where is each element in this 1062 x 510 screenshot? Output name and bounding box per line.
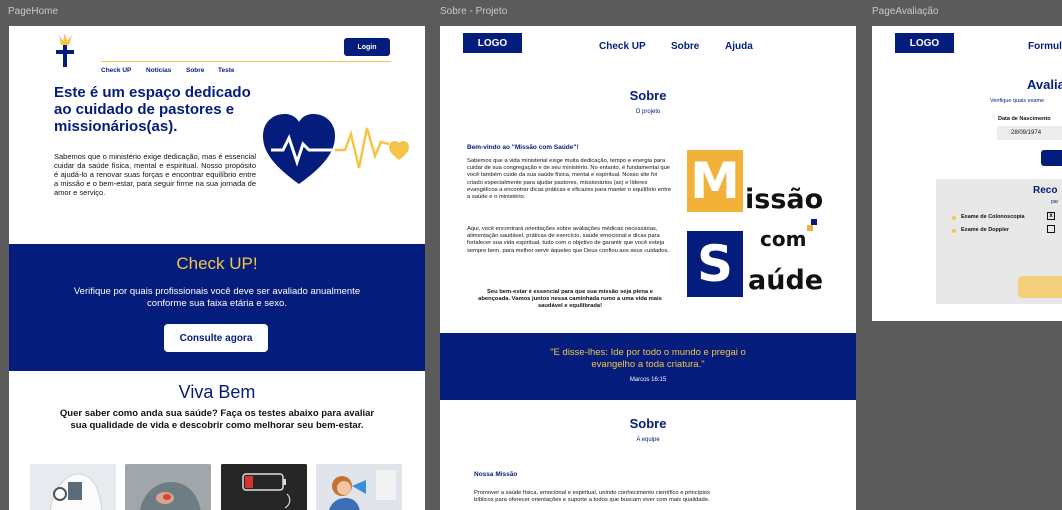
exam-bullet-icon (952, 229, 956, 233)
sobre-logo[interactable]: LOGO (463, 33, 522, 53)
sobre-title: Sobre (629, 88, 667, 103)
equipe-title: Sobre (629, 416, 667, 431)
doctor-photo[interactable] (30, 464, 116, 510)
chest-pain-photo-art (125, 464, 211, 510)
recommendation-title: Reco (1033, 185, 1058, 196)
stress-woman-photo[interactable] (316, 464, 402, 510)
equipe-subtitle: A equipe (636, 437, 660, 443)
stress-woman-photo-art (316, 464, 402, 510)
quote-section: "E disse-lhes: Ide por todo o mundo e pr… (440, 333, 856, 400)
nav-sobre[interactable]: Sobre (186, 67, 204, 74)
chest-pain-photo[interactable] (125, 464, 211, 510)
hero-text: Sabemos que o ministério exige dedicação… (54, 152, 256, 197)
birth-date-label: Data de Nascimento (998, 116, 1051, 122)
recommendation-panel: Reco par Exame de Colonoscopia x Exame d… (936, 179, 1062, 304)
sobre-paragraph-2: Aqui, você encontrará orientações sobre … (467, 226, 670, 254)
nav-teste[interactable]: Teste (218, 67, 235, 74)
exam-doppler-label: Exame de Doppler (961, 227, 1009, 233)
welcome-heading: Bem-vindo ao "Missão com Saúde"! (467, 144, 579, 151)
checkup-section: Check UP! Verifique por quais profission… (9, 244, 425, 371)
doctor-photo-art (30, 464, 116, 510)
sobre-paragraph-1: Sabemos que a vida ministerial exige mui… (467, 158, 671, 201)
avaliacao-submit-button[interactable] (1041, 150, 1062, 166)
recommendation-subtitle: par (1051, 199, 1059, 205)
nav-checkup[interactable]: Check UP (101, 67, 131, 74)
avaliacao-title: Avalia (1027, 77, 1062, 92)
hero-title: Este é um espaço dedicado ao cuidado de … (54, 84, 251, 135)
checkup-text: Verifique por quais profissionais você d… (73, 286, 361, 309)
sobre-frame: LOGO Check UP Sobre Ajuda Sobre O projet… (440, 26, 856, 510)
sobre-nav-ajuda[interactable]: Ajuda (725, 41, 753, 52)
viva-bem-title: Viva Bem (178, 382, 256, 402)
quote-reference: Marcos 16:15 (629, 377, 667, 383)
login-button[interactable]: Login (344, 38, 390, 56)
cross-logo-icon (56, 33, 74, 67)
brand-aude: aúde (748, 265, 824, 296)
brand-m-block: M (687, 150, 743, 212)
sobre-paragraph-3: Seu bem-estar é essencial para que sua m… (478, 289, 662, 310)
birth-date-input[interactable]: 28/09/1974 (997, 126, 1062, 140)
sobre-nav-sobre[interactable]: Sobre (671, 41, 699, 52)
frame-title-avaliacao: PageAvaliação (872, 6, 939, 17)
recommendation-action-button[interactable] (1018, 276, 1062, 298)
frame-title-home: PageHome (8, 6, 59, 17)
frame-title-sobre: Sobre - Projeto (440, 6, 508, 17)
checkup-title: Check UP! (176, 254, 258, 273)
brand-com: com (760, 227, 807, 251)
avaliacao-logo[interactable]: LOGO (895, 33, 954, 53)
page-home-frame: Login Check UP Notícias Sobre Teste Este… (9, 26, 425, 510)
exam-doppler-checkbox[interactable] (1047, 225, 1055, 233)
sobre-subtitle: O projeto (635, 109, 661, 115)
heart-pulse-icon (263, 114, 409, 184)
avaliacao-subtitle: Verifique quais exame (990, 98, 1045, 104)
exam-colonoscopia-checkbox[interactable]: x (1047, 212, 1055, 220)
battery-photo-art (221, 464, 307, 510)
mission-heading: Nossa Missão (474, 471, 518, 478)
brand-issao: issão (745, 184, 824, 215)
consulte-agora-button[interactable]: Consulte agora (164, 324, 268, 352)
exam-bullet-icon (952, 216, 956, 220)
brand-s-block: S (687, 231, 743, 297)
mission-text: Promover a saúde física, emocional e esp… (474, 490, 710, 504)
battery-photo[interactable] (221, 464, 307, 510)
viva-bem-text: Quer saber como anda sua saúde? Faça os … (59, 408, 375, 431)
nav-divider (101, 61, 391, 62)
quote-text: "E disse-lhes: Ide por todo o mundo e pr… (550, 347, 746, 370)
sobre-nav-checkup[interactable]: Check UP (599, 41, 646, 52)
avaliacao-frame: LOGO Formul Avalia Verifique quais exame… (872, 26, 1062, 321)
exam-colonoscopia-label: Exame de Colonoscopia (961, 214, 1025, 220)
brand-square-gold (807, 225, 813, 231)
nav-noticias[interactable]: Notícias (146, 67, 171, 74)
avaliacao-nav-formulario[interactable]: Formul (1028, 41, 1062, 52)
